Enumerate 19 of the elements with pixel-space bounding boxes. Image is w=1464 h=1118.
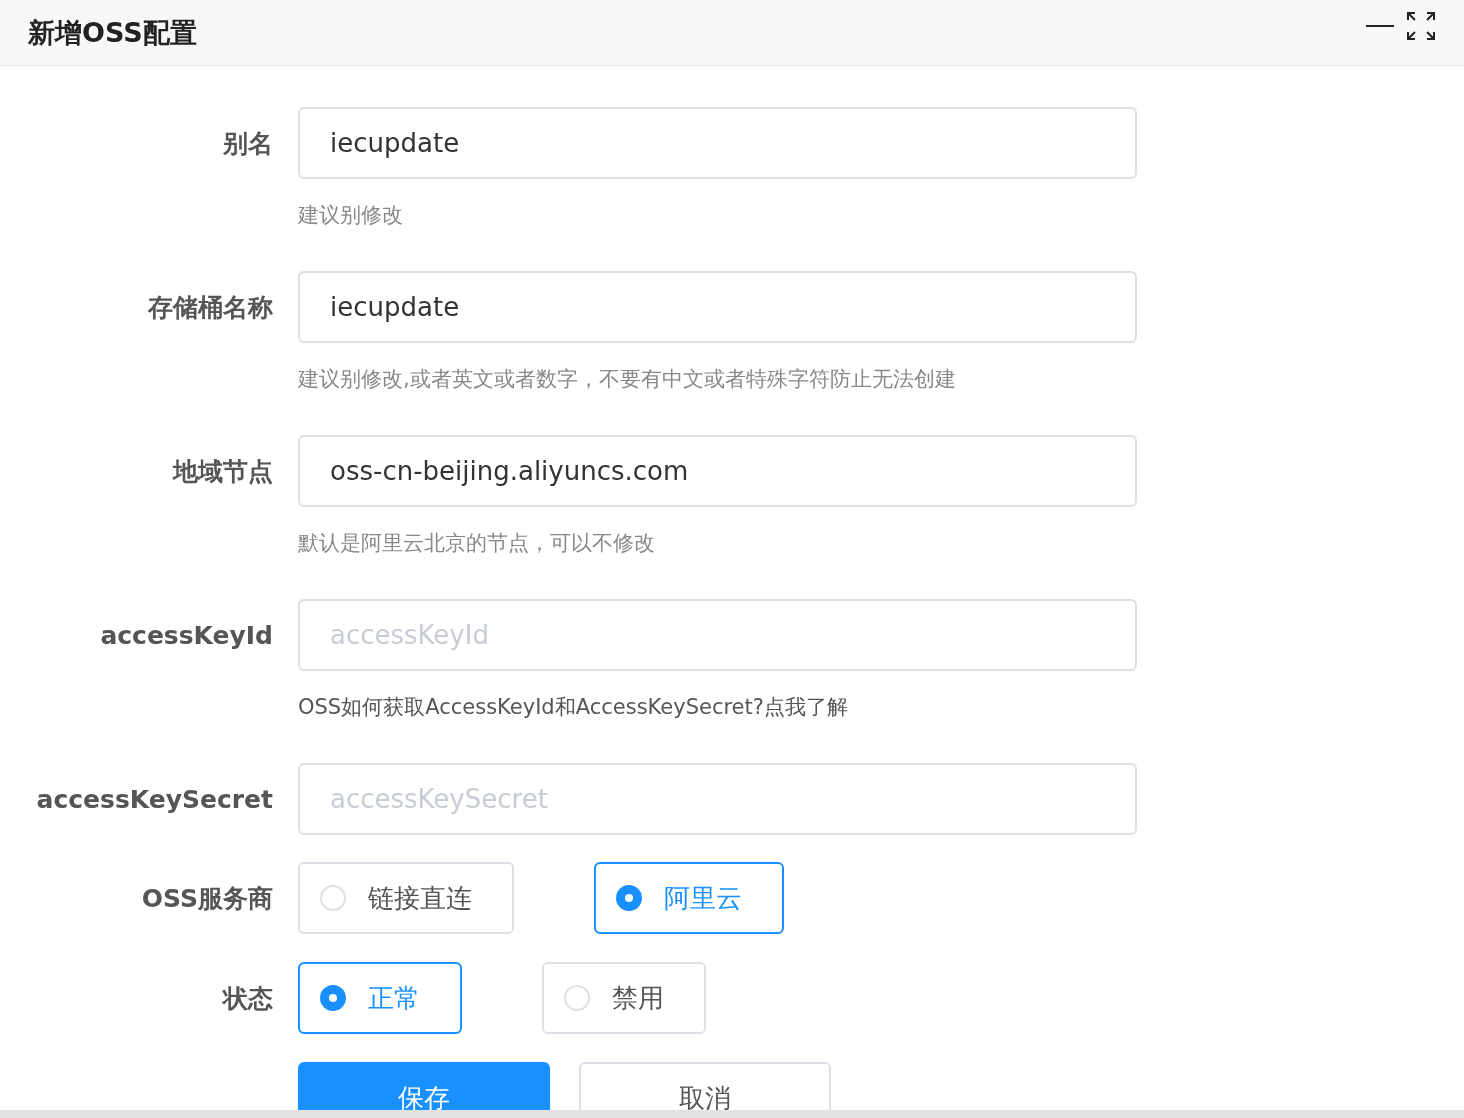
window-title: 新增OSS配置 — [28, 15, 197, 50]
cancel-button[interactable]: 取消 — [579, 1062, 831, 1110]
hint-text: 建议别修改 — [298, 203, 403, 227]
field-label: 存储桶名称 — [146, 291, 274, 324]
hint-text: 默认是阿里云北京的节点，可以不修改 — [298, 531, 655, 555]
field-label: OSS服务商 — [140, 882, 274, 915]
fullscreen-icon[interactable] — [1406, 10, 1436, 41]
input-field[interactable]: oss-cn-beijing.aliyuncs.com — [298, 435, 1137, 507]
input-field[interactable]: iecupdate — [298, 271, 1137, 343]
field-label: accessKeySecret — [35, 784, 274, 814]
field-label: accessKeyId — [99, 620, 274, 650]
field-label: 状态 — [221, 982, 274, 1015]
help-link[interactable]: OSS如何获取AccessKeyId和AccessKeySecret?点我了解 — [298, 695, 848, 719]
hint-text: 建议别修改,或者英文或者数字，不要有中文或者特殊字符防止无法创建 — [298, 367, 956, 391]
radio-option[interactable]: 禁用 — [542, 962, 706, 1034]
radio-option[interactable]: 链接直连 — [298, 862, 514, 934]
input-field[interactable]: iecupdate — [298, 107, 1137, 179]
field-label: 别名 — [222, 127, 274, 160]
field-label: 地域节点 — [171, 455, 274, 488]
